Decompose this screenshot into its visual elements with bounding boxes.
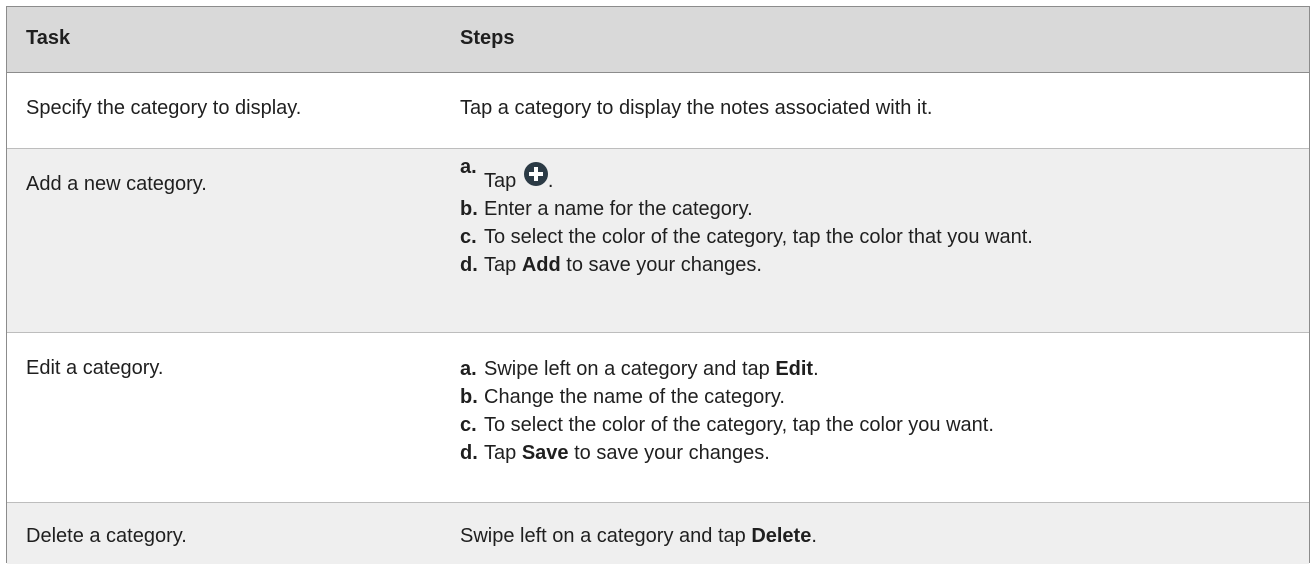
header-steps: Steps <box>460 27 515 49</box>
step-item: c. To select the color of the category, … <box>460 223 1033 251</box>
table-row: Edit a category. a. Swipe left on a cate… <box>7 333 1309 503</box>
steps-cell: a. Swipe left on a category and tap Edit… <box>460 355 994 467</box>
ui-term-delete: Delete <box>751 525 812 547</box>
step-letter: d. <box>460 254 478 276</box>
step-text-end: to save your changes. <box>560 254 762 276</box>
steps-cell: Tap a category to display the notes asso… <box>460 97 933 119</box>
step-letter: b. <box>460 198 478 220</box>
step-letter: b. <box>460 386 478 408</box>
step-text: Swipe left on a category and tap <box>484 358 776 380</box>
table-header-row: Task Steps <box>7 7 1309 73</box>
task-cell: Specify the category to display. <box>26 97 302 119</box>
table-row: Delete a category. Swipe left on a categ… <box>7 503 1309 564</box>
step-text: Tap <box>484 254 522 276</box>
ui-term-save: Save <box>521 442 569 464</box>
step-letter: a. <box>460 358 477 380</box>
step-text-end: to save your changes. <box>568 442 770 464</box>
step-list: a. Tap . b. Enter a name for the categor… <box>460 156 1033 279</box>
task-steps-table: Task Steps Specify the category to displ… <box>6 6 1310 564</box>
step-item: b. Enter a name for the category. <box>460 195 1033 223</box>
step-item: d. Tap Save to save your changes. <box>460 439 994 467</box>
task-cell: Add a new category. <box>26 173 207 195</box>
step-text: To select the color of the category, tap… <box>484 414 994 436</box>
step-letter: c. <box>460 414 477 436</box>
step-text: To select the color of the category, tap… <box>484 226 1033 248</box>
steps-cell: a. Tap . b. Enter a name for the categor… <box>460 156 1033 279</box>
step-text: Swipe left on a category and tap <box>460 525 752 547</box>
header-task: Task <box>26 27 71 49</box>
step-item: a. Tap . <box>460 156 1033 195</box>
step-letter: a. <box>460 156 477 178</box>
step-item: d. Tap Add to save your changes. <box>460 251 1033 279</box>
table-row: Specify the category to display. Tap a c… <box>7 73 1309 149</box>
step-text: Tap <box>484 170 517 192</box>
step-item: c. To select the color of the category, … <box>460 411 994 439</box>
task-cell: Delete a category. <box>26 525 187 547</box>
ui-term-add: Add <box>521 254 561 276</box>
step-text-end: . <box>813 358 819 380</box>
step-text-end: . <box>547 170 554 192</box>
step-list: a. Swipe left on a category and tap Edit… <box>460 355 994 467</box>
ui-term-edit: Edit <box>775 358 814 380</box>
table-row: Add a new category. a. Tap . b. Enter a … <box>7 149 1309 333</box>
step-text: Enter a name for the category. <box>484 198 753 220</box>
step-text-end: . <box>811 525 817 547</box>
step-text: Tap <box>484 442 522 464</box>
task-cell: Edit a category. <box>26 357 164 379</box>
step-letter: d. <box>460 442 478 464</box>
step-letter: c. <box>460 226 477 248</box>
step-item: b. Change the name of the category. <box>460 383 994 411</box>
add-circle-icon <box>523 161 548 186</box>
steps-cell: Swipe left on a category and tap Delete. <box>460 525 817 548</box>
step-item: a. Swipe left on a category and tap Edit… <box>460 355 994 383</box>
step-text: Change the name of the category. <box>484 386 785 408</box>
